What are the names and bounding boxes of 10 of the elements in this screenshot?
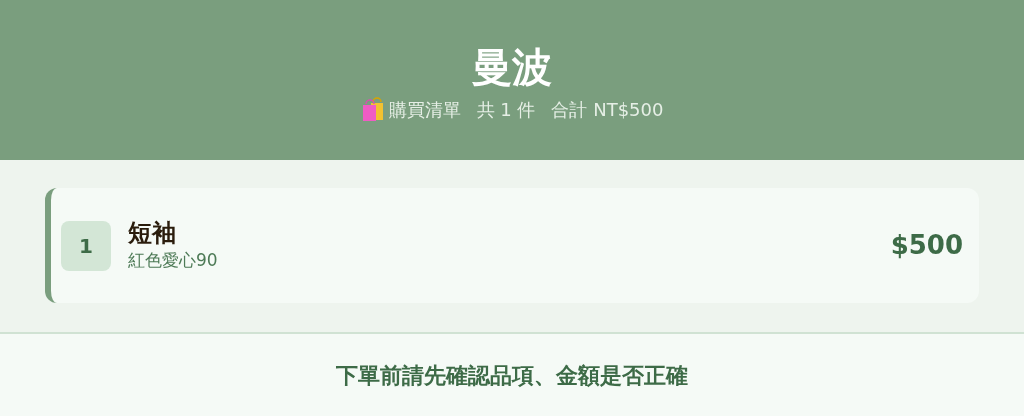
shop-title: 曼波 bbox=[472, 42, 552, 92]
order-total: 合計 NT$500 bbox=[551, 97, 664, 122]
item-variant: 紅色愛心90 bbox=[128, 248, 218, 272]
footer-notice: 下單前請先確認品項、金額是否正確 bbox=[336, 361, 688, 390]
list-label: 購買清單 bbox=[388, 97, 461, 122]
item-name: 短袖 bbox=[128, 217, 177, 248]
item-index: 1 bbox=[61, 220, 111, 271]
shopping-bags-icon bbox=[360, 96, 385, 122]
item-count: 共 1 件 bbox=[476, 97, 536, 122]
item-price: $500 bbox=[890, 229, 963, 262]
